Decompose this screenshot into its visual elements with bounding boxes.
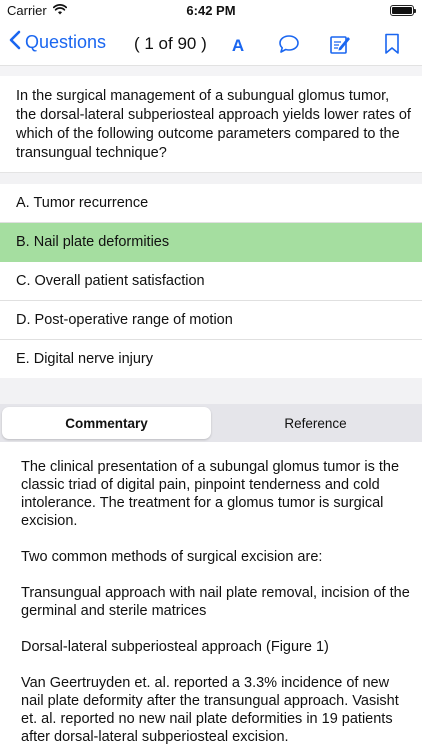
- tab-reference[interactable]: Reference: [211, 407, 420, 439]
- chevron-left-icon: [9, 30, 25, 55]
- comment-icon[interactable]: [277, 32, 301, 56]
- back-button[interactable]: Questions: [9, 30, 106, 55]
- edit-note-icon[interactable]: [328, 32, 352, 56]
- commentary-paragraph: Dorsal-lateral subperiosteal approach (F…: [21, 639, 329, 655]
- question-divider: [0, 172, 422, 184]
- answer-option-a[interactable]: A. Tumor recurrence: [0, 184, 422, 223]
- font-size-button[interactable]: A: [227, 34, 249, 58]
- commentary-paragraph: Two common methods of surgical excision …: [21, 549, 323, 565]
- answer-option-c[interactable]: C. Overall patient satisfaction: [0, 262, 422, 301]
- answer-option-b[interactable]: B. Nail plate deformities: [0, 223, 422, 262]
- answers-divider: [0, 378, 422, 404]
- commentary-body: The clinical presentation of a subungal …: [21, 458, 413, 750]
- battery-icon: [390, 5, 416, 16]
- status-time: 6:42 PM: [186, 3, 236, 18]
- answer-option-d[interactable]: D. Post-operative range of motion: [0, 301, 422, 340]
- segmented-control: Commentary Reference: [0, 404, 422, 442]
- back-label: Questions: [25, 32, 107, 52]
- nav-bar: Questions ( 1 of 90 ) A: [0, 22, 422, 66]
- status-bar: Carrier 6:42 PM: [0, 0, 422, 22]
- header-divider: [0, 66, 422, 76]
- tab-commentary[interactable]: Commentary: [2, 407, 211, 439]
- commentary-paragraph: Van Geertruyden et. al. reported a 3.3% …: [21, 675, 399, 745]
- answer-list: A. Tumor recurrence B. Nail plate deform…: [0, 184, 422, 379]
- question-counter: ( 1 of 90 ): [134, 34, 207, 53]
- question-text: In the surgical management of a subungua…: [16, 88, 411, 161]
- bookmark-icon[interactable]: [380, 32, 404, 56]
- commentary-paragraph: The clinical presentation of a subungal …: [21, 459, 400, 529]
- commentary-paragraph: Transungual approach with nail plate rem…: [21, 585, 410, 619]
- answer-option-e[interactable]: E. Digital nerve injury: [0, 340, 422, 379]
